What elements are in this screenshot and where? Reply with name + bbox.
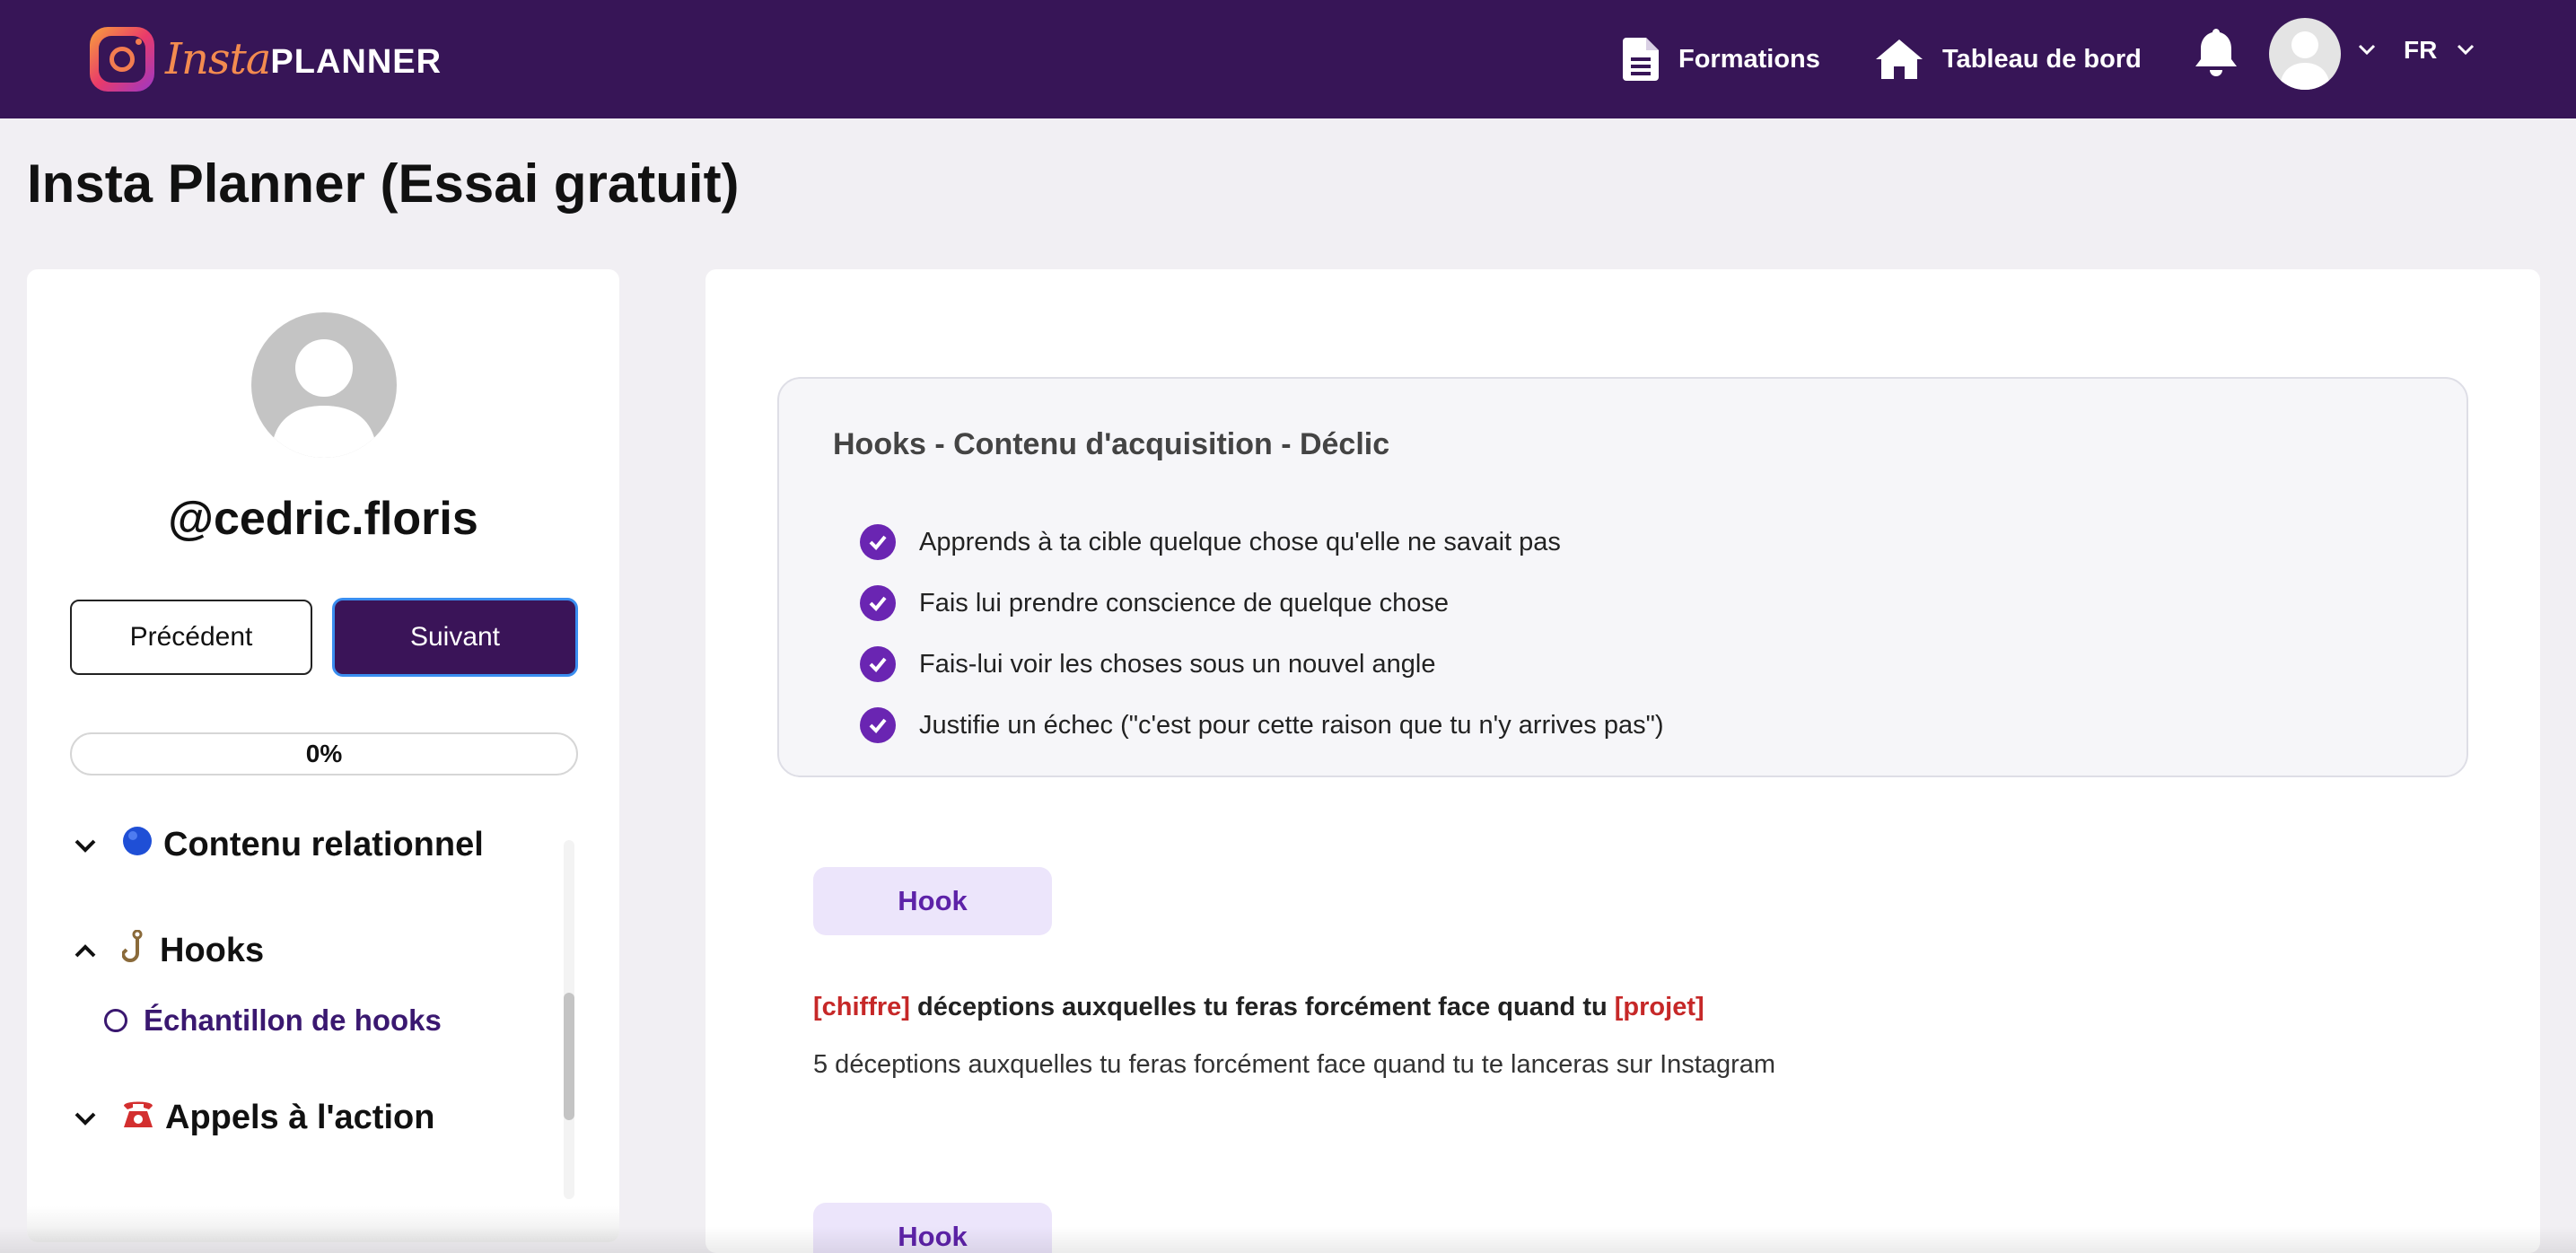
user-avatar[interactable]	[2269, 18, 2341, 90]
logo-planner-text: PLANNER	[270, 42, 442, 81]
section-label: Contenu relationnel	[163, 826, 484, 863]
instagram-logo-icon	[90, 27, 154, 92]
sidebar-item-echantillon-de-hooks[interactable]: Échantillon de hooks	[104, 1003, 442, 1038]
progress-text: 0%	[305, 740, 343, 767]
hook-badge: Hook	[813, 867, 1052, 935]
nav-tableau-label: Tableau de bord	[1942, 44, 2142, 74]
chevron-down-icon[interactable]	[2357, 43, 2377, 56]
section-label: Hooks	[160, 932, 265, 969]
checklist: Apprends à ta cible quelque chose qu'ell…	[860, 512, 1664, 756]
username: @cedric.floris	[168, 493, 478, 545]
user-silhouette-icon	[2280, 31, 2330, 90]
next-button[interactable]: Suivant	[332, 598, 578, 677]
hook-template: [chiffre] déceptions auxquelles tu feras…	[813, 993, 1704, 1022]
section-label: Appels à l'action	[165, 1099, 435, 1136]
check-circle-icon	[860, 707, 896, 743]
user-silhouette-icon	[271, 339, 377, 458]
checklist-text: Fais lui prendre conscience de quelque c…	[919, 588, 1450, 618]
document-icon	[1623, 38, 1659, 81]
chevron-down-icon[interactable]	[2456, 43, 2475, 56]
hook-template-text: déceptions auxquelles tu feras forcément…	[909, 993, 1615, 1021]
checklist-text: Justifie un échec ("c'est pour cette rai…	[919, 710, 1664, 740]
list-item: Justifie un échec ("c'est pour cette rai…	[860, 695, 1664, 756]
list-item: Apprends à ta cible quelque chose qu'ell…	[860, 512, 1664, 573]
chevron-down-icon	[74, 1111, 110, 1126]
check-circle-icon	[860, 524, 896, 560]
sidebar-item-label: Échantillon de hooks	[144, 1003, 442, 1037]
nav-formations-label: Formations	[1678, 44, 1820, 74]
checklist-text: Apprends à ta cible quelque chose qu'ell…	[919, 527, 1561, 556]
top-navbar: Insta PLANNER Formations Tableau de bord…	[0, 0, 2576, 118]
hook-example: 5 déceptions auxquelles tu feras forcéme…	[813, 1050, 1776, 1079]
previous-button[interactable]: Précédent	[70, 600, 312, 675]
main-content-panel: Hooks - Contenu d'acquisition - Déclic A…	[705, 269, 2540, 1253]
progress-bar: 0%	[70, 732, 578, 775]
status-circle-icon	[104, 1009, 127, 1032]
sidebar-scrollbar-thumb[interactable]	[564, 993, 574, 1120]
nav-formations[interactable]: Formations	[1623, 32, 1820, 86]
hooks-info-card: Hooks - Contenu d'acquisition - Déclic A…	[777, 377, 2468, 777]
telephone-icon	[122, 1099, 154, 1137]
sidebar-section-contenu-relationnel[interactable]: Contenu relationnel	[74, 826, 484, 864]
blue-circle-icon	[122, 826, 153, 864]
profile-avatar	[251, 312, 397, 458]
instaplanner-logo[interactable]: Insta PLANNER	[90, 23, 442, 95]
sidebar-section-hooks[interactable]: Hooks	[74, 929, 265, 972]
list-item: Fais lui prendre conscience de quelque c…	[860, 573, 1664, 634]
page-title: Insta Planner (Essai gratuit)	[27, 153, 740, 214]
sidebar-panel: @cedric.floris Précédent Suivant 0% Cont…	[27, 269, 619, 1242]
bell-icon[interactable]	[2194, 29, 2239, 79]
list-item: Fais-lui voir les choses sous un nouvel …	[860, 634, 1664, 695]
home-icon	[1876, 39, 1923, 79]
checklist-text: Fais-lui voir les choses sous un nouvel …	[919, 649, 1436, 679]
nav-tableau-de-bord[interactable]: Tableau de bord	[1876, 32, 2142, 86]
window-bottom-shadow	[0, 1226, 2576, 1253]
check-circle-icon	[860, 585, 896, 621]
chevron-down-icon	[74, 838, 110, 853]
hook-icon	[120, 929, 149, 972]
chevron-up-icon	[74, 943, 110, 959]
card-title: Hooks - Contenu d'acquisition - Déclic	[833, 427, 1390, 461]
sidebar-section-appels-a-laction[interactable]: Appels à l'action	[74, 1099, 434, 1137]
placeholder-projet: [projet]	[1614, 993, 1704, 1021]
language-selector[interactable]: FR	[2404, 36, 2437, 65]
logo-insta-text: Insta	[165, 34, 271, 84]
placeholder-chiffre: [chiffre]	[813, 993, 910, 1021]
check-circle-icon	[860, 646, 896, 682]
